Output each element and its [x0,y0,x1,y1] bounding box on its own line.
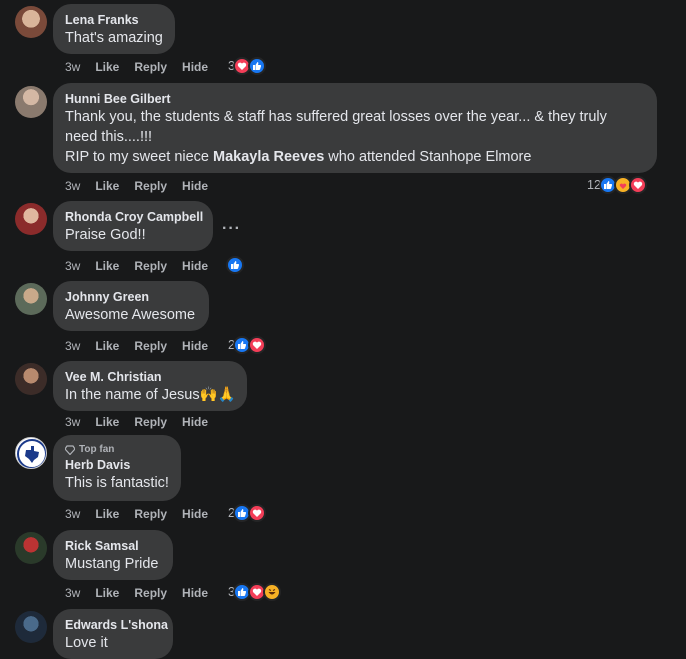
timestamp[interactable]: 3w [65,59,80,75]
avatar[interactable] [15,532,47,564]
comment-text: Praise God!! [65,227,146,243]
reaction-summary[interactable]: 2 [228,336,266,354]
comment-actions: 3w Like Reply Hide [65,414,208,430]
comment-actions: 3w Like Reply Hide [65,585,208,601]
reply-button[interactable]: Reply [134,414,167,430]
hide-button[interactable]: Hide [182,258,208,274]
like-button[interactable]: Like [95,414,119,430]
reply-button[interactable]: Reply [134,59,167,75]
reply-button[interactable]: Reply [134,178,167,194]
like-button[interactable]: Like [95,585,119,601]
like-button[interactable]: Like [95,59,119,75]
reply-button[interactable]: Reply [134,585,167,601]
like-button[interactable]: Like [95,178,119,194]
comment-bubble: Rhonda Croy Campbell Praise God!! [53,201,213,251]
comment-bubble: Top fan Herb Davis This is fantastic! [53,435,181,501]
hide-button[interactable]: Hide [182,506,208,522]
comment-author[interactable]: Rick Samsal [65,538,161,554]
diamond-icon [65,445,75,455]
comment-actions: 3w Like Reply Hide [65,178,208,194]
timestamp[interactable]: 3w [65,338,80,354]
avatar[interactable] [15,283,47,315]
hide-button[interactable]: Hide [182,59,208,75]
hide-button[interactable]: Hide [182,414,208,430]
comment-text-line-2: need this....!!! [65,129,153,145]
comment-author[interactable]: Vee M. Christian [65,369,235,385]
comment-author[interactable]: Hunni Bee Gilbert [65,91,645,107]
avatar[interactable] [15,203,47,235]
comment-text: That's amazing [65,30,163,46]
love-icon [247,504,266,522]
comment-text: Mustang Pride [65,556,159,572]
comment-author[interactable]: Edwards L'shona [65,617,168,633]
avatar[interactable] [15,86,47,118]
comment-actions: 3w Like Reply Hide [65,506,208,522]
comment-bubble: Hunni Bee Gilbert Thank you, the student… [53,83,657,173]
comment-author[interactable]: Rhonda Croy Campbell [65,209,203,225]
reply-button[interactable]: Reply [134,258,167,274]
avatar[interactable] [15,437,47,469]
like-icon [247,57,266,75]
comment-text-line-1: Thank you, the students & staff has suff… [65,109,607,125]
timestamp[interactable]: 3w [65,258,80,274]
comment-bubble: Edwards L'shona Love it [53,609,173,659]
comment-actions: 3w Like Reply Hide [65,59,208,75]
avatar[interactable] [15,6,47,38]
more-options-icon[interactable]: ··· [222,221,241,237]
timestamp[interactable]: 3w [65,178,80,194]
reaction-summary[interactable]: 3 [228,583,281,601]
comment-bubble: Vee M. Christian In the name of Jesus🙌🙏 [53,361,247,411]
reaction-summary[interactable]: 12 [587,176,647,194]
like-icon [226,256,244,274]
reaction-summary[interactable]: 3 [228,57,266,75]
top-fan-badge: Top fan [65,443,169,457]
love-icon [247,336,266,354]
timestamp[interactable]: 3w [65,506,80,522]
texas-seal-icon [17,439,46,468]
comment-bubble: Lena Franks That's amazing [53,4,175,54]
reply-button[interactable]: Reply [134,506,167,522]
comment-feed: Lena Franks That's amazing 3w Like Reply… [0,0,686,659]
haha-icon [262,583,281,601]
comment-text: Love it [65,635,108,651]
hide-button[interactable]: Hide [182,338,208,354]
avatar[interactable] [15,611,47,643]
hide-button[interactable]: Hide [182,585,208,601]
like-button[interactable]: Like [95,338,119,354]
like-button[interactable]: Like [95,258,119,274]
comment-text: Awesome Awesome [65,307,196,323]
tagged-name-link[interactable]: Makayla Reeves [213,149,324,165]
comment-bubble: Rick Samsal Mustang Pride [53,530,173,580]
timestamp[interactable]: 3w [65,585,80,601]
badge-label: Top fan [79,444,115,455]
comment-author[interactable]: Johnny Green [65,289,197,305]
comment-author[interactable]: Herb Davis [65,457,169,473]
comment-text-line-3: RIP to my sweet niece Makayla Reeves who… [65,149,532,165]
comment-text: This is fantastic! [65,475,169,491]
comment-bubble: Johnny Green Awesome Awesome [53,281,209,331]
comment-actions: 3w Like Reply Hide [65,338,208,354]
love-icon [628,176,647,194]
comment-author[interactable]: Lena Franks [65,12,163,28]
hide-button[interactable]: Hide [182,178,208,194]
timestamp[interactable]: 3w [65,414,80,430]
avatar[interactable] [15,363,47,395]
reaction-summary[interactable]: 2 [228,504,266,522]
comment-actions: 3w Like Reply Hide [65,258,208,274]
reaction-summary[interactable] [226,256,244,274]
reply-button[interactable]: Reply [134,338,167,354]
like-button[interactable]: Like [95,506,119,522]
comment-text: In the name of Jesus🙌🙏 [65,387,236,403]
